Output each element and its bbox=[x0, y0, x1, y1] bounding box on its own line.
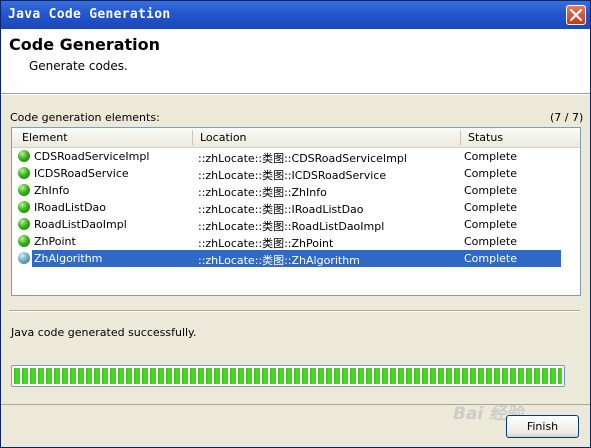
status-complete-icon bbox=[18, 235, 30, 247]
cell-status: Complete bbox=[464, 201, 518, 214]
status-complete-icon bbox=[18, 201, 30, 213]
cell-status: Complete bbox=[464, 184, 518, 197]
java-code-generation-dialog: Java Code Generation Code Generation Gen… bbox=[0, 0, 591, 448]
cell-location: ::zhLocate::类图::ZhInfo bbox=[198, 186, 327, 199]
cell-location: ::zhLocate::类图::ZhPoint bbox=[198, 237, 334, 250]
status-complete-icon bbox=[18, 184, 30, 196]
close-icon bbox=[570, 9, 582, 21]
page-subtitle: Generate codes. bbox=[29, 59, 128, 73]
status-message: Java code generated successfully. bbox=[11, 326, 197, 339]
cell-element: ZhPoint bbox=[34, 235, 76, 248]
cell-location: ::zhLocate::类图::CDSRoadServiceImpl bbox=[198, 152, 407, 165]
table-row[interactable]: ICDSRoadService::zhLocate::类图::ICDSRoadS… bbox=[12, 165, 580, 182]
column-header-status[interactable]: Status bbox=[468, 131, 503, 144]
elements-count: (7 / 7) bbox=[550, 111, 584, 124]
cell-element: ZhInfo bbox=[34, 184, 70, 197]
cell-element: ZhAlgorithm bbox=[34, 252, 103, 265]
cell-status: Complete bbox=[464, 150, 518, 163]
cell-element: ICDSRoadService bbox=[34, 167, 129, 180]
close-button[interactable] bbox=[566, 5, 586, 25]
table-row[interactable]: ZhPoint::zhLocate::类图::ZhPoint Complete bbox=[12, 233, 580, 250]
finish-label: Finish bbox=[526, 420, 559, 433]
window-title: Java Code Generation bbox=[8, 7, 171, 22]
cell-element: IRoadListDao bbox=[34, 201, 107, 214]
table-row[interactable]: ZhAlgorithm::zhLocate::类图::ZhAlgorithm Co… bbox=[12, 250, 580, 267]
cell-status: Complete bbox=[464, 235, 518, 248]
cell-location: ::zhLocate::类图::RoadListDaoImpl bbox=[198, 220, 385, 233]
table-row[interactable]: RoadListDaoImpl::zhLocate::类图::RoadListD… bbox=[12, 216, 580, 233]
cell-location: ::zhLocate::类图::IRoadListDao bbox=[198, 203, 364, 216]
title-bar[interactable]: Java Code Generation bbox=[1, 1, 590, 29]
status-complete-icon bbox=[18, 167, 30, 179]
wizard-header: Code Generation Generate codes. bbox=[1, 29, 590, 94]
progress-bar bbox=[11, 365, 565, 387]
cell-status: Complete bbox=[464, 218, 518, 231]
cell-element: CDSRoadServiceImpl bbox=[34, 150, 150, 163]
column-header-element[interactable]: Element bbox=[22, 131, 68, 144]
page-title: Code Generation bbox=[9, 35, 161, 54]
divider bbox=[9, 310, 580, 312]
header-divider bbox=[1, 94, 590, 95]
progress-fill bbox=[14, 368, 562, 384]
table-header: Element Location Status bbox=[12, 128, 580, 148]
cell-location: ::zhLocate::类图::ICDSRoadService bbox=[198, 169, 387, 182]
cell-status: Complete bbox=[464, 252, 518, 265]
table-row[interactable]: CDSRoadServiceImpl::zhLocate::类图::CDSRoa… bbox=[12, 148, 580, 165]
elements-label: Code generation elements: bbox=[10, 111, 160, 124]
cell-status: Complete bbox=[464, 167, 518, 180]
column-divider[interactable] bbox=[460, 130, 461, 145]
status-complete-icon bbox=[18, 218, 30, 230]
table-row[interactable]: ZhInfo::zhLocate::类图::ZhInfo Complete bbox=[12, 182, 580, 199]
column-header-location[interactable]: Location bbox=[200, 131, 247, 144]
status-complete-icon bbox=[18, 150, 30, 162]
column-divider[interactable] bbox=[192, 130, 193, 145]
finish-button[interactable]: Finish bbox=[506, 415, 579, 438]
table-row[interactable]: IRoadListDao::zhLocate::类图::IRoadListDao… bbox=[12, 199, 580, 216]
status-complete-icon bbox=[18, 252, 30, 264]
cell-element: RoadListDaoImpl bbox=[34, 218, 127, 231]
elements-table[interactable]: Element Location Status CDSRoadServiceIm… bbox=[11, 127, 581, 296]
cell-location: ::zhLocate::类图::ZhAlgorithm bbox=[198, 254, 360, 267]
